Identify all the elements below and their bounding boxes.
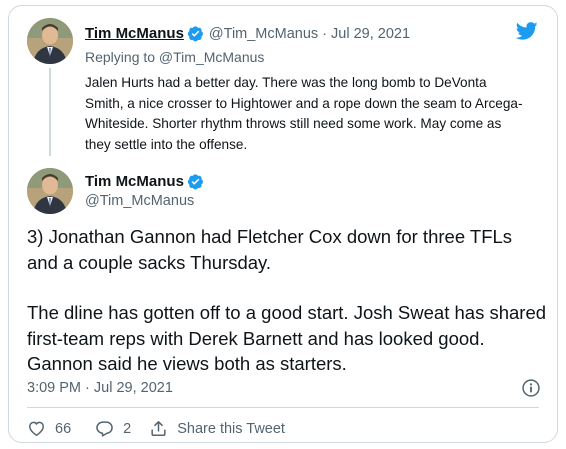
author-name[interactable]: Tim McManus	[85, 173, 184, 190]
author-handle[interactable]: @Tim_McManus	[85, 193, 194, 209]
reply-count: 2	[123, 420, 132, 437]
avatar-image	[27, 168, 73, 214]
avatar[interactable]	[27, 168, 73, 214]
parent-tweet-text: Jalen Hurts had a better day. There was …	[85, 75, 523, 152]
tweet-timestamp[interactable]: 3:09 PM · Jul 29, 2021	[27, 380, 173, 396]
tweet-body: 3) Jonathan Gannon had Fletcher Cox down…	[27, 224, 547, 377]
avatar-image	[27, 18, 73, 64]
like-count: 66	[55, 420, 72, 437]
divider	[27, 407, 539, 408]
avatar[interactable]	[27, 18, 73, 64]
reply-button[interactable]: 2	[95, 419, 131, 438]
share-label: Share this Tweet	[177, 420, 285, 437]
heart-icon	[29, 421, 44, 436]
verified-badge-icon	[187, 174, 203, 190]
main-author-row: Tim McManus	[85, 173, 204, 190]
author-handle[interactable]: @Tim_McManus	[209, 26, 318, 42]
tweet-paragraph: The dline has gotten off to a good start…	[27, 302, 547, 374]
reply-bubble-icon	[96, 421, 113, 437]
thread-connector-line	[49, 68, 51, 156]
tweet-date[interactable]: · Jul 29, 2021	[322, 26, 410, 42]
info-icon[interactable]	[521, 378, 541, 398]
replying-to-label[interactable]: Replying to @Tim_McManus	[85, 49, 264, 65]
twitter-logo-icon[interactable]	[515, 20, 539, 42]
tweet-paragraph: 3) Jonathan Gannon had Fletcher Cox down…	[27, 226, 513, 273]
share-button[interactable]: Share this Tweet	[149, 419, 285, 438]
tweet-actions: 66 2 Share this Tweet	[27, 419, 285, 438]
author-name[interactable]: Tim McManus	[85, 25, 184, 42]
share-icon	[151, 421, 166, 436]
verified-badge-icon	[187, 26, 203, 42]
parent-author-row: Tim McManus @Tim_McManus · Jul 29, 2021	[85, 25, 410, 42]
tweet-embed-card: Tim McManus @Tim_McManus · Jul 29, 2021 …	[8, 5, 558, 443]
like-button[interactable]: 66	[27, 419, 71, 438]
